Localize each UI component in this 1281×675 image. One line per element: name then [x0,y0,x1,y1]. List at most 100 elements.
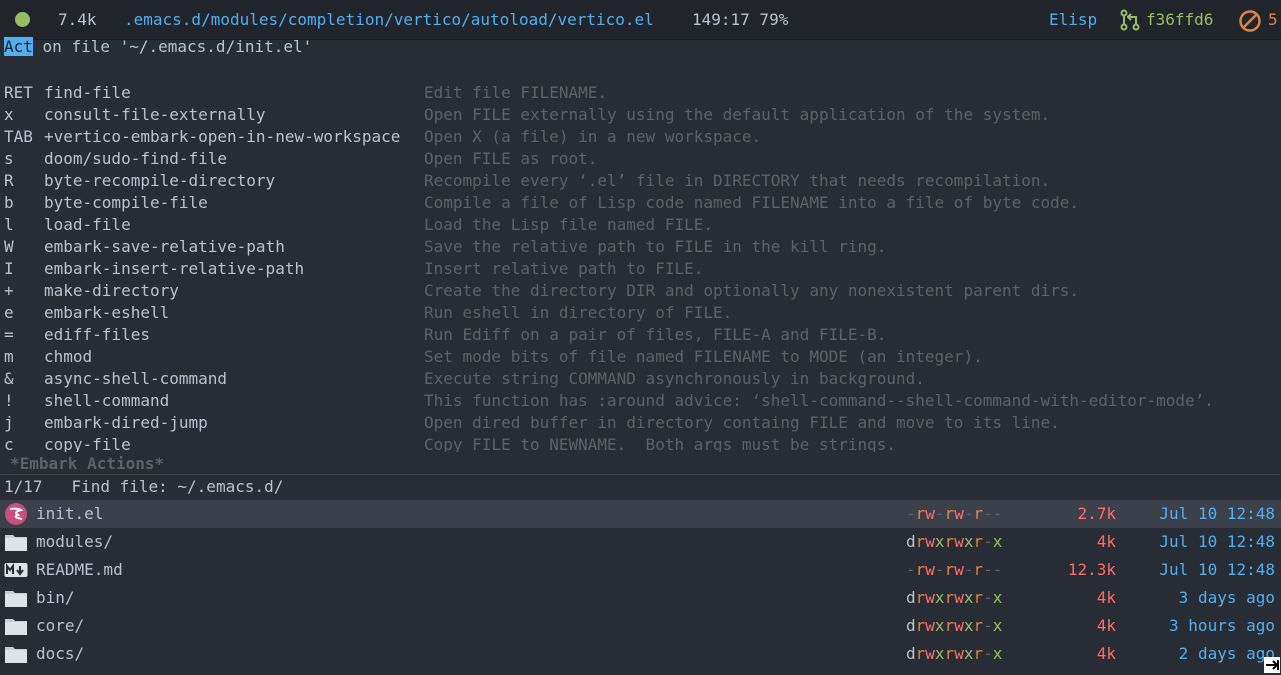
git-branch-icon [1120,9,1140,31]
flycheck-count[interactable]: 5 [1268,10,1278,30]
no-entry-icon [1239,10,1261,32]
action-command: async-shell-command [44,369,228,388]
mode-line: 7.4k .emacs.d/modules/completion/vertico… [0,0,1281,40]
candidate-name: init.el [36,504,104,523]
prompt-keyword: Act [4,37,33,56]
action-command: byte-compile-file [44,193,208,212]
candidate-date: 2 days ago [1178,644,1275,663]
markdown-icon [4,560,28,580]
candidate-date: Jul 10 12:48 [1159,560,1275,579]
action-doc: Open X (a file) in a new workspace. [424,127,762,146]
action-row[interactable]: RET find-file Edit file FILENAME. [0,82,1281,104]
candidate-permissions: drwxrwxr-x [906,644,1003,663]
candidate-permissions: drwxrwxr-x [906,532,1003,551]
candidate-permissions: drwxrwxr-x [906,588,1003,607]
candidate-name: core/ [36,616,85,635]
action-row[interactable]: ! shell-command This function has :around … [0,390,1281,412]
action-key: c [4,435,14,452]
action-doc: Open FILE as root. [424,149,598,168]
action-doc: Load the Lisp file named FILE. [424,215,713,234]
candidate-row[interactable]: README.md -rw-rw-r-- 12.3k Jul 10 12:48 [0,556,1281,584]
action-row[interactable]: j embark-dired-jump Open dired buffer in d… [0,412,1281,434]
action-command: copy-file [44,435,131,452]
cursor-position: 149:17 79% [692,10,789,29]
action-row[interactable]: l load-file Load the Lisp file named FILE. [0,214,1281,236]
action-row[interactable]: x consult-file-externally Open FILE extern… [0,104,1281,126]
candidate-size: 4k [1096,644,1116,663]
action-row[interactable]: Iembark-insert-relative-path Insert relat… [0,258,1281,280]
folder-icon [4,616,28,636]
action-key: RET [4,83,33,102]
minibuffer[interactable]: 1/17 Find file: ~/.emacs.d/ [4,476,283,498]
candidate-date: 3 hours ago [1169,616,1275,635]
buffer-size: 7.4k [58,10,97,29]
action-doc: Copy FILE to NEWNAME. Both args must be … [424,435,897,452]
action-command: shell-command [44,391,170,410]
action-doc: Compile a file of Lisp code named FILENA… [424,193,1080,212]
emacs-lisp-icon [4,503,28,525]
action-row[interactable]: = ediff-files Run Ediff on a pair of files… [0,324,1281,346]
action-command: find-file [44,83,131,102]
action-key: l [4,215,14,234]
action-command: embark-insert-relative-path [44,259,305,278]
prompt-text: on file '~/.emacs.d/init.el' [32,37,313,56]
buffer-file-path[interactable]: .emacs.d/modules/completion/vertico/auto… [124,10,654,30]
action-row[interactable]: s doom/sudo-find-file Open FILE as root. [0,148,1281,170]
action-command: chmod [44,347,93,366]
buffer-status-dot [15,12,30,27]
buffer-name: *Embark Actions* [10,454,165,473]
action-row[interactable]: m chmod Set mode bits of file named FILENA… [0,346,1281,368]
candidate-row[interactable]: init.el -rw-rw-r-- 2.7k Jul 10 12:48 [0,500,1281,528]
git-hash[interactable]: f36ffd6 [1146,10,1213,30]
action-row[interactable]: TAB +vertico-embark-open-in-new-workspace… [0,126,1281,148]
action-row[interactable]: Wembark-save-relative-path Save the relat… [0,236,1281,258]
action-command: load-file [44,215,131,234]
action-row[interactable]: & async-shell-command Execute string COMMA… [0,368,1281,390]
action-command: byte-recompile-directory [44,171,276,190]
action-command: consult-file-externally [44,105,266,124]
action-doc: Save the relative path to FILE in the ki… [424,237,887,256]
candidate-name: docs/ [36,644,85,663]
minibuffer-prompt: Find file: [71,477,178,496]
action-key: W [4,237,14,256]
candidate-size: 12.3k [1067,560,1116,579]
action-key: x [4,105,14,124]
action-command: embark-eshell [44,303,170,322]
candidate-permissions: -rw-rw-r-- [906,504,1003,523]
action-doc: Open FILE externally using the default a… [424,105,1051,124]
candidate-date: 3 days ago [1178,588,1275,607]
action-key: + [4,281,14,300]
action-command: doom/sudo-find-file [44,149,228,168]
candidate-size: 2.7k [1077,504,1116,523]
action-row[interactable]: b byte-compile-file Compile a file of Lisp… [0,192,1281,214]
candidate-row[interactable]: core/drwxrwxr-x 4k 3 hours ago [0,612,1281,640]
action-row[interactable]: e embark-eshell Run eshell in directory of… [0,302,1281,324]
embark-prompt: Act on file '~/.emacs.d/init.el' [4,36,312,58]
major-mode[interactable]: Elisp [1049,10,1097,30]
action-command: embark-save-relative-path [44,237,285,256]
candidate-date: Jul 10 12:48 [1159,532,1275,551]
candidate-row[interactable]: bin/drwxrwxr-x 4k 3 days ago [0,584,1281,612]
candidate-row[interactable]: docs/drwxrwxr-x 4k 2 days ago [0,640,1281,668]
candidate-count: 1/17 [4,477,43,496]
candidate-permissions: -rw-rw-r-- [906,560,1003,579]
action-doc: Edit file FILENAME. [424,83,608,102]
action-row[interactable]: Rbyte-recompile-directory Recompile every… [0,170,1281,192]
action-row[interactable]: + make-directory Create the directory DIR … [0,280,1281,302]
minibuffer-input[interactable]: ~/.emacs.d/ [177,477,283,496]
action-doc: Open dired buffer in directory containg … [424,413,1060,432]
candidate-name: modules/ [36,532,114,551]
window-divider [0,474,1281,475]
action-doc: Set mode bits of file named FILENAME to … [424,347,983,366]
action-row[interactable]: c copy-file Copy FILE to NEWNAME. Both arg… [0,434,1281,452]
candidate-size: 4k [1096,532,1116,551]
action-key: s [4,149,14,168]
action-doc: Create the directory DIR and optionally … [424,281,1080,300]
folder-icon [4,588,28,608]
action-doc: This function has :around advice: ‘shell… [424,391,1214,410]
candidate-date: Jul 10 12:48 [1159,504,1275,523]
arrow-cursor-icon [1264,657,1280,673]
candidate-row[interactable]: modules/drwxrwxr-x 4k Jul 10 12:48 [0,528,1281,556]
candidate-name: bin/ [36,588,75,607]
action-command: ediff-files [44,325,150,344]
